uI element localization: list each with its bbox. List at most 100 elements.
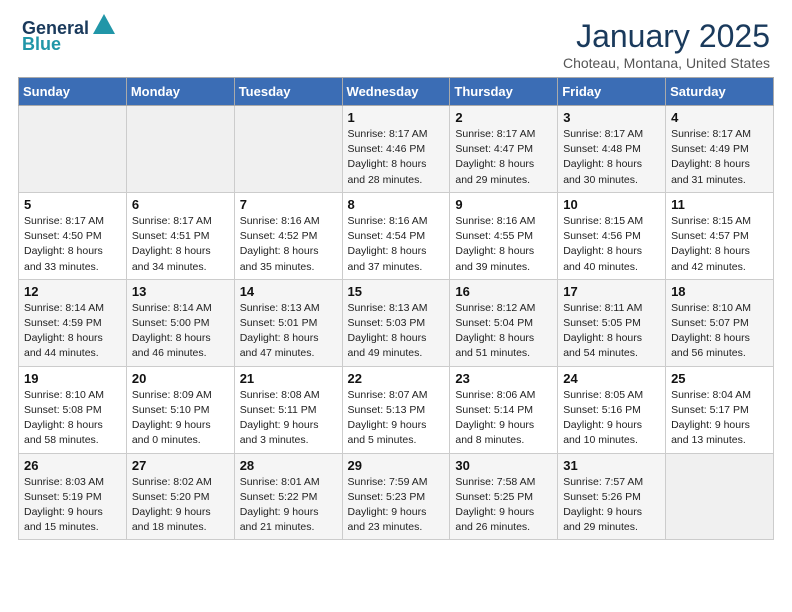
day-cell: 4Sunrise: 8:17 AM Sunset: 4:49 PM Daylig… xyxy=(666,106,774,193)
day-info: Sunrise: 8:13 AM Sunset: 5:03 PM Dayligh… xyxy=(348,301,445,362)
day-info: Sunrise: 8:16 AM Sunset: 4:52 PM Dayligh… xyxy=(240,214,337,275)
day-info: Sunrise: 8:14 AM Sunset: 4:59 PM Dayligh… xyxy=(24,301,121,362)
day-number: 24 xyxy=(563,371,660,386)
day-cell: 29 Sunrise: 7:59 AM Sunset: 5:23 PM Dayli… xyxy=(342,453,450,540)
day-info: Sunrise: 8:17 AM Sunset: 4:51 PM Dayligh… xyxy=(132,214,229,275)
day-cell: 8 Sunrise: 8:16 AM Sunset: 4:54 PM Daylig… xyxy=(342,192,450,279)
day-info: Sunrise: 8:13 AM Sunset: 5:01 PM Dayligh… xyxy=(240,301,337,362)
header-cell-wednesday: Wednesday xyxy=(342,78,450,106)
day-number: 1 xyxy=(348,110,445,125)
day-number: 16 xyxy=(455,284,552,299)
week-row-0: 1 Sunrise: 8:17 AM Sunset: 4:46 PM Daylig… xyxy=(19,106,774,193)
day-info: Sunrise: 8:04 AM Sunset: 5:17 PM Dayligh… xyxy=(671,388,768,449)
day-number: 6 xyxy=(132,197,229,212)
day-number: 20 xyxy=(132,371,229,386)
day-cell: 12 Sunrise: 8:14 AM Sunset: 4:59 PM Dayli… xyxy=(19,279,127,366)
day-cell: 23Sunrise: 8:06 AM Sunset: 5:14 PM Dayli… xyxy=(450,366,558,453)
day-cell xyxy=(126,106,234,193)
day-number: 8 xyxy=(348,197,445,212)
day-info: Sunrise: 8:14 AM Sunset: 5:00 PM Dayligh… xyxy=(132,301,229,362)
day-number: 15 xyxy=(348,284,445,299)
title-block: January 2025 Choteau, Montana, United St… xyxy=(563,18,770,71)
day-cell: 15 Sunrise: 8:13 AM Sunset: 5:03 PM Dayli… xyxy=(342,279,450,366)
day-info: Sunrise: 8:10 AM Sunset: 5:08 PM Dayligh… xyxy=(24,388,121,449)
day-info: Sunrise: 7:59 AM Sunset: 5:23 PM Dayligh… xyxy=(348,475,445,536)
day-cell: 2Sunrise: 8:17 AM Sunset: 4:47 PM Daylig… xyxy=(450,106,558,193)
day-number: 29 xyxy=(348,458,445,473)
day-info: Sunrise: 8:08 AM Sunset: 5:11 PM Dayligh… xyxy=(240,388,337,449)
day-cell: 14Sunrise: 8:13 AM Sunset: 5:01 PM Dayli… xyxy=(234,279,342,366)
day-number: 26 xyxy=(24,458,121,473)
day-cell: 16 Sunrise: 8:12 AM Sunset: 5:04 PM Dayli… xyxy=(450,279,558,366)
day-info: Sunrise: 8:17 AM Sunset: 4:48 PM Dayligh… xyxy=(563,127,660,188)
day-info: Sunrise: 8:17 AM Sunset: 4:47 PM Dayligh… xyxy=(455,127,552,188)
day-number: 27 xyxy=(132,458,229,473)
day-cell: 22Sunrise: 8:07 AM Sunset: 5:13 PM Dayli… xyxy=(342,366,450,453)
day-number: 25 xyxy=(671,371,768,386)
day-cell: 7 Sunrise: 8:16 AM Sunset: 4:52 PM Daylig… xyxy=(234,192,342,279)
day-cell: 27 Sunrise: 8:02 AM Sunset: 5:20 PM Dayli… xyxy=(126,453,234,540)
day-info: Sunrise: 8:07 AM Sunset: 5:13 PM Dayligh… xyxy=(348,388,445,449)
day-number: 12 xyxy=(24,284,121,299)
day-number: 3 xyxy=(563,110,660,125)
day-info: Sunrise: 8:01 AM Sunset: 5:22 PM Dayligh… xyxy=(240,475,337,536)
logo-text-blue: Blue xyxy=(22,35,61,55)
day-number: 30 xyxy=(455,458,552,473)
day-number: 28 xyxy=(240,458,337,473)
day-info: Sunrise: 8:12 AM Sunset: 5:04 PM Dayligh… xyxy=(455,301,552,362)
day-info: Sunrise: 8:02 AM Sunset: 5:20 PM Dayligh… xyxy=(132,475,229,536)
calendar-header: SundayMondayTuesdayWednesdayThursdayFrid… xyxy=(19,78,774,106)
day-number: 18 xyxy=(671,284,768,299)
day-number: 10 xyxy=(563,197,660,212)
header-cell-sunday: Sunday xyxy=(19,78,127,106)
day-number: 19 xyxy=(24,371,121,386)
day-info: Sunrise: 8:16 AM Sunset: 4:55 PM Dayligh… xyxy=(455,214,552,275)
day-cell xyxy=(19,106,127,193)
day-number: 5 xyxy=(24,197,121,212)
day-info: Sunrise: 8:05 AM Sunset: 5:16 PM Dayligh… xyxy=(563,388,660,449)
day-cell: 17 Sunrise: 8:11 AM Sunset: 5:05 PM Dayli… xyxy=(558,279,666,366)
calendar-table: SundayMondayTuesdayWednesdayThursdayFrid… xyxy=(18,77,774,540)
day-info: Sunrise: 7:57 AM Sunset: 5:26 PM Dayligh… xyxy=(563,475,660,536)
day-cell xyxy=(234,106,342,193)
day-cell xyxy=(666,453,774,540)
week-row-3: 19 Sunrise: 8:10 AM Sunset: 5:08 PM Dayli… xyxy=(19,366,774,453)
day-cell: 3 Sunrise: 8:17 AM Sunset: 4:48 PM Daylig… xyxy=(558,106,666,193)
day-cell: 28 Sunrise: 8:01 AM Sunset: 5:22 PM Dayli… xyxy=(234,453,342,540)
day-info: Sunrise: 7:58 AM Sunset: 5:25 PM Dayligh… xyxy=(455,475,552,536)
week-row-1: 5 Sunrise: 8:17 AM Sunset: 4:50 PM Daylig… xyxy=(19,192,774,279)
day-cell: 11 Sunrise: 8:15 AM Sunset: 4:57 PM Dayli… xyxy=(666,192,774,279)
header-cell-thursday: Thursday xyxy=(450,78,558,106)
day-cell: 13 Sunrise: 8:14 AM Sunset: 5:00 PM Dayli… xyxy=(126,279,234,366)
header-cell-saturday: Saturday xyxy=(666,78,774,106)
calendar-body: 1 Sunrise: 8:17 AM Sunset: 4:46 PM Daylig… xyxy=(19,106,774,540)
day-cell: 19 Sunrise: 8:10 AM Sunset: 5:08 PM Dayli… xyxy=(19,366,127,453)
day-info: Sunrise: 8:16 AM Sunset: 4:54 PM Dayligh… xyxy=(348,214,445,275)
day-number: 17 xyxy=(563,284,660,299)
header-cell-tuesday: Tuesday xyxy=(234,78,342,106)
day-cell: 18 Sunrise: 8:10 AM Sunset: 5:07 PM Dayli… xyxy=(666,279,774,366)
day-info: Sunrise: 8:15 AM Sunset: 4:57 PM Dayligh… xyxy=(671,214,768,275)
header-row: SundayMondayTuesdayWednesdayThursdayFrid… xyxy=(19,78,774,106)
day-info: Sunrise: 8:06 AM Sunset: 5:14 PM Dayligh… xyxy=(455,388,552,449)
day-info: Sunrise: 8:17 AM Sunset: 4:50 PM Dayligh… xyxy=(24,214,121,275)
day-number: 31 xyxy=(563,458,660,473)
day-info: Sunrise: 8:10 AM Sunset: 5:07 PM Dayligh… xyxy=(671,301,768,362)
day-cell: 1 Sunrise: 8:17 AM Sunset: 4:46 PM Daylig… xyxy=(342,106,450,193)
day-cell: 25 Sunrise: 8:04 AM Sunset: 5:17 PM Dayli… xyxy=(666,366,774,453)
day-cell: 9Sunrise: 8:16 AM Sunset: 4:55 PM Daylig… xyxy=(450,192,558,279)
day-cell: 6 Sunrise: 8:17 AM Sunset: 4:51 PM Daylig… xyxy=(126,192,234,279)
day-cell: 21Sunrise: 8:08 AM Sunset: 5:11 PM Dayli… xyxy=(234,366,342,453)
day-cell: 10Sunrise: 8:15 AM Sunset: 4:56 PM Dayli… xyxy=(558,192,666,279)
day-info: Sunrise: 8:03 AM Sunset: 5:19 PM Dayligh… xyxy=(24,475,121,536)
day-cell: 26 Sunrise: 8:03 AM Sunset: 5:19 PM Dayli… xyxy=(19,453,127,540)
day-cell: 30 Sunrise: 7:58 AM Sunset: 5:25 PM Dayli… xyxy=(450,453,558,540)
day-info: Sunrise: 8:17 AM Sunset: 4:46 PM Dayligh… xyxy=(348,127,445,188)
day-number: 11 xyxy=(671,197,768,212)
day-number: 7 xyxy=(240,197,337,212)
location: Choteau, Montana, United States xyxy=(563,55,770,71)
month-title: January 2025 xyxy=(563,18,770,55)
day-info: Sunrise: 8:11 AM Sunset: 5:05 PM Dayligh… xyxy=(563,301,660,362)
day-number: 13 xyxy=(132,284,229,299)
day-cell: 31 Sunrise: 7:57 AM Sunset: 5:26 PM Dayli… xyxy=(558,453,666,540)
